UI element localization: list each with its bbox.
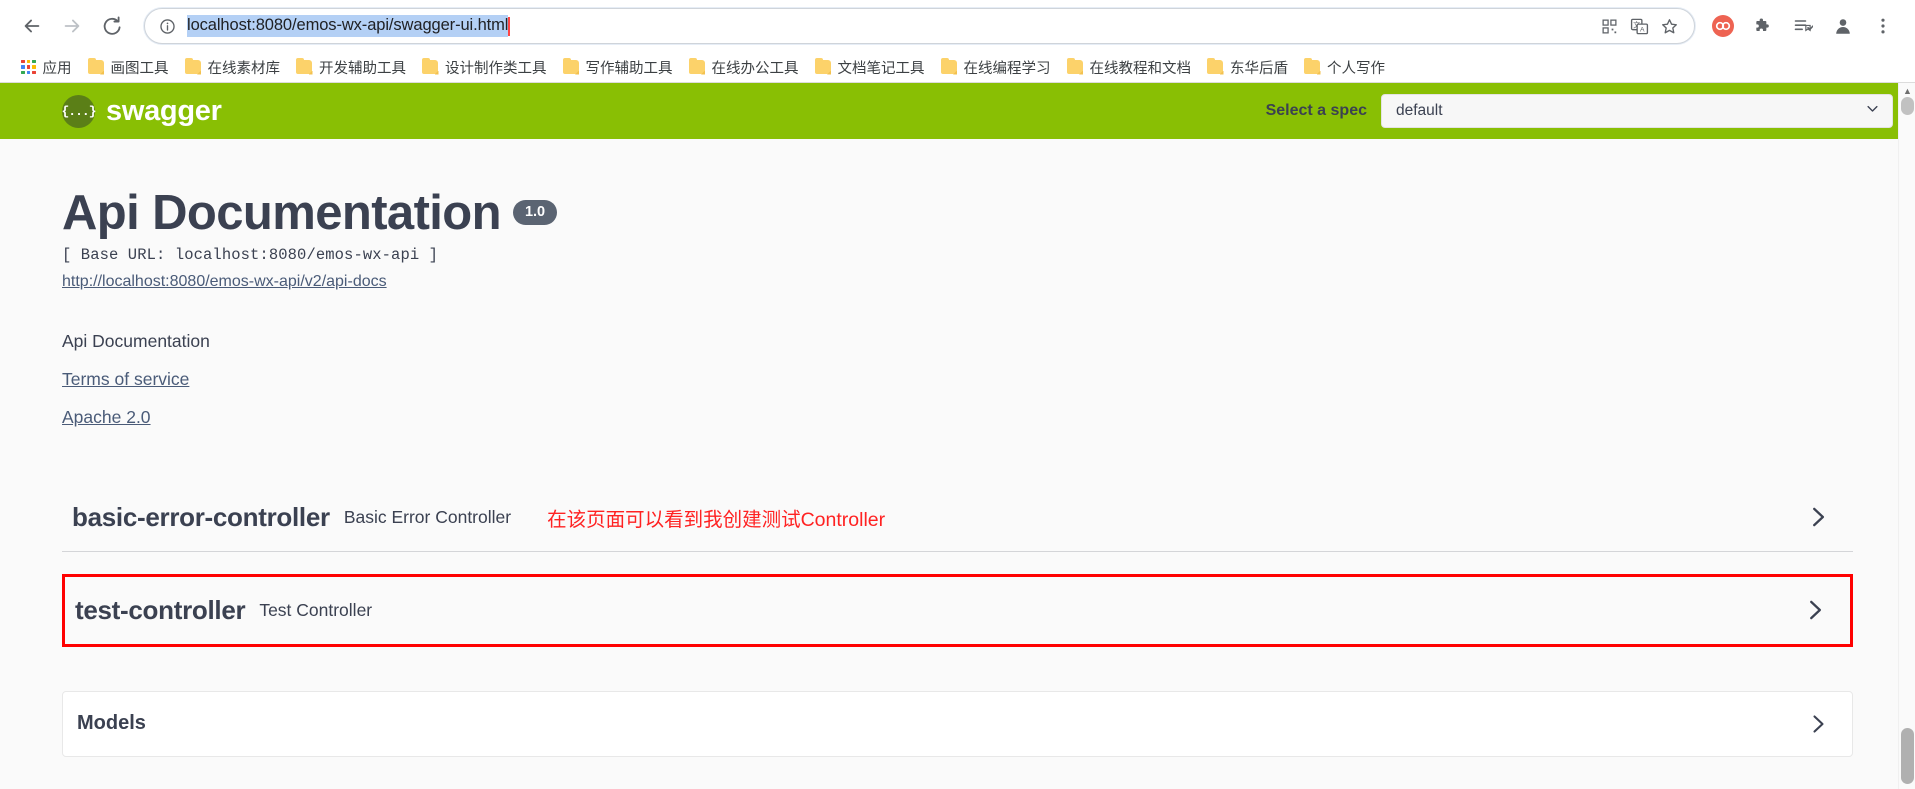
bookmark-label: 设计制作类工具 (445, 60, 547, 77)
bookmark-folder-1[interactable]: 画图工具 (81, 54, 178, 81)
browser-nav-bar: localhost:8080/emos-wx-api/swagger-ui.ht… (0, 0, 1915, 52)
tag-description: Basic Error Controller (343, 506, 512, 527)
tag-name: basic-error-controller (72, 501, 330, 532)
scrollbar-thumb-bottom[interactable] (1901, 728, 1914, 784)
folder-icon (1207, 57, 1223, 74)
bookmark-folder-2[interactable]: 在线素材库 (178, 54, 290, 81)
swagger-logo-link[interactable]: {...} swagger (62, 94, 222, 128)
tag-section-basic-error-controller[interactable]: basic-error-controller Basic Error Contr… (62, 486, 1853, 552)
bookmark-folder-5[interactable]: 写作辅助工具 (556, 54, 682, 81)
browser-toolbar-right (1703, 6, 1903, 46)
qr-code-icon[interactable] (1594, 11, 1624, 41)
api-info-block: Api Documentation 1.0 [ Base URL: localh… (0, 139, 1915, 428)
folder-icon (688, 57, 705, 74)
bookmark-folder-11[interactable]: 个人写作 (1297, 54, 1394, 81)
apps-grid-icon (21, 59, 36, 75)
folder-icon (562, 57, 579, 74)
folder-icon (422, 57, 438, 74)
url-input[interactable]: localhost:8080/emos-wx-api/swagger-ui.ht… (187, 15, 509, 37)
reading-list-icon[interactable] (1783, 6, 1823, 46)
chevron-right-icon[interactable] (1802, 597, 1846, 623)
page-viewport: {...} swagger Select a spec default Api (0, 83, 1915, 789)
swagger-wordmark: swagger (106, 94, 222, 127)
folder-icon (296, 57, 312, 74)
title-row: Api Documentation 1.0 (62, 187, 1853, 240)
swagger-content: Api Documentation 1.0 [ Base URL: localh… (0, 139, 1915, 757)
chevron-down-icon (1865, 101, 1880, 121)
arrow-left-icon (24, 19, 40, 33)
tag-description: Test Controller (259, 599, 373, 620)
red-annotation-text: 在该页面可以看到我创建测试Controller (547, 508, 886, 531)
bookmarks-bar: 应用 画图工具 在线素材库 开发辅助工具 设计制作类工具 写作辅助工具 在线办公… (0, 52, 1915, 82)
bookmark-label: 在线编程学习 (963, 60, 1051, 77)
select-a-spec-label: Select a spec (1265, 102, 1367, 119)
browser-menu-icon[interactable] (1863, 6, 1903, 46)
page-scrollbar[interactable]: ▲ ▼ (1898, 83, 1915, 789)
bookmark-label: 文档笔记工具 (837, 60, 925, 77)
tag-section-test-controller[interactable]: test-controller Test Controller (62, 573, 1853, 647)
bookmark-folder-6[interactable]: 在线办公工具 (682, 54, 808, 81)
spec-select[interactable]: default (1381, 94, 1893, 128)
bookmark-label: 开发辅助工具 (319, 60, 406, 77)
reload-button[interactable] (92, 6, 132, 46)
api-description: Api Documentation (62, 330, 210, 351)
tags-area: basic-error-controller Basic Error Contr… (0, 428, 1915, 647)
spec-selector-group: Select a spec default (1266, 94, 1893, 128)
bookmark-label: 画图工具 (110, 60, 169, 77)
forward-button[interactable] (52, 6, 92, 46)
svg-text:A: A (1640, 26, 1645, 33)
version-badge: 1.0 (512, 200, 558, 225)
folder-icon (940, 57, 957, 74)
arrow-right-icon (64, 19, 80, 33)
license-link[interactable]: Apache 2.0 (62, 407, 151, 428)
swagger-braces-icon: {...} (62, 94, 97, 128)
avatar-icon[interactable] (1823, 6, 1863, 46)
folder-icon (1304, 57, 1320, 74)
scroll-up-arrow[interactable]: ▲ (1902, 85, 1913, 96)
bookmark-star-icon[interactable] (1654, 11, 1684, 41)
chevron-right-icon[interactable] (1805, 504, 1849, 530)
folder-icon (1066, 57, 1083, 74)
bookmark-label: 在线教程和文档 (1089, 60, 1192, 77)
bookmark-label: 写作辅助工具 (585, 60, 673, 77)
reload-icon (103, 16, 121, 35)
chevron-right-icon[interactable] (1806, 712, 1830, 736)
models-section[interactable]: Models (62, 690, 1853, 757)
scrollbar-thumb[interactable] (1901, 97, 1914, 115)
bookmark-label: 东华后盾 (1230, 60, 1288, 77)
page-title: Api Documentation (62, 186, 502, 240)
bookmark-label: 应用 (42, 60, 72, 77)
bookmark-folder-3[interactable]: 开发辅助工具 (289, 54, 415, 81)
url-bar[interactable]: localhost:8080/emos-wx-api/swagger-ui.ht… (144, 8, 1695, 44)
base-url-text: [ Base URL: localhost:8080/emos-wx-api ] (62, 245, 439, 264)
folder-icon (87, 57, 104, 74)
circle-extension-icon[interactable] (1703, 6, 1743, 46)
translate-icon[interactable]: 文 A (1624, 11, 1654, 41)
tag-name: test-controller (75, 594, 246, 625)
bookmark-apps[interactable]: 应用 (14, 54, 81, 81)
bookmark-folder-9[interactable]: 在线教程和文档 (1060, 54, 1201, 81)
api-docs-link[interactable]: http://localhost:8080/emos-wx-api/v2/api… (62, 273, 387, 291)
spec-select-value: default (1396, 102, 1443, 119)
bookmark-folder-4[interactable]: 设计制作类工具 (415, 54, 556, 81)
text-cursor (508, 16, 510, 36)
bookmark-label: 在线素材库 (207, 60, 281, 77)
terms-of-service-link[interactable]: Terms of service (62, 369, 189, 390)
swagger-topbar: {...} swagger Select a spec default (0, 83, 1915, 139)
folder-icon (814, 57, 831, 74)
browser-chrome: localhost:8080/emos-wx-api/swagger-ui.ht… (0, 0, 1915, 83)
models-title: Models (77, 712, 146, 735)
bookmark-folder-7[interactable]: 文档笔记工具 (808, 54, 934, 81)
folder-icon (184, 57, 201, 74)
info-circle-icon[interactable] (159, 18, 176, 35)
bookmark-folder-8[interactable]: 在线编程学习 (934, 54, 1060, 81)
back-button[interactable] (12, 6, 52, 46)
bookmark-label: 在线办公工具 (711, 60, 799, 77)
puzzle-piece-icon[interactable] (1743, 6, 1783, 46)
bookmark-label: 个人写作 (1327, 60, 1385, 77)
bookmark-folder-10[interactable]: 东华后盾 (1200, 54, 1297, 81)
